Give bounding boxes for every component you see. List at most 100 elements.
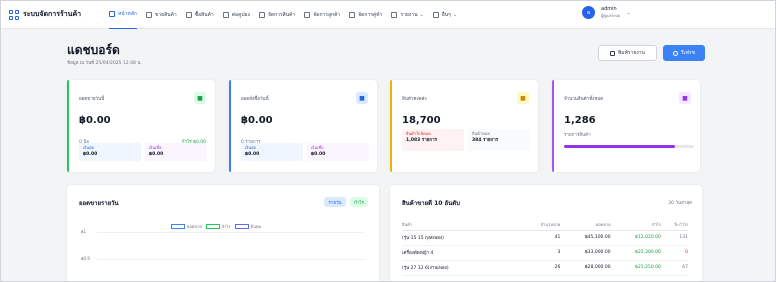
column-header: สินค้า <box>402 220 522 231</box>
profit-cell: ฿22,300.00 <box>610 245 661 261</box>
inventory-card: สินค้าคงคลัง ■ 18,700 สินค้าใกล้หมด 1,083… <box>390 80 538 172</box>
app-window: ระบบจัดการร้านค้า หน้าหลัก ขายสินค้า ซื้… <box>0 0 776 282</box>
card-label: ยอดขายวันนี้ <box>79 97 105 102</box>
top-navbar: ระบบจัดการร้านค้า หน้าหลัก ขายสินค้า ซื้… <box>1 1 775 29</box>
tag-icon: ■ <box>679 92 691 104</box>
today-sales-card: ยอดขายวันนี้ ■ ฿0.00 0 บิล กำไร ฿0.00 เง… <box>67 80 215 172</box>
product-name: (รุ่น 27 12 6(งานเพลง) <box>402 260 522 276</box>
panel-title: ยอดขายรายวัน <box>79 200 119 207</box>
legend-label[interactable]: กำไร <box>222 223 231 230</box>
column-header: % กำไร <box>660 220 688 231</box>
panel-title: สินค้าขายดี 10 อันดับ <box>402 200 460 207</box>
pill-value: ฿0.00 <box>245 152 260 157</box>
legend-label[interactable]: ต้นทุน <box>251 223 262 230</box>
column-header: จำนวนขาย <box>522 220 561 231</box>
credit-pill: เงินเชื่อ ฿0.00 <box>145 143 207 161</box>
chevron-down-icon: ⌄ <box>626 9 631 16</box>
money-icon: ■ <box>194 92 206 104</box>
y-tick: ฿1 <box>81 229 87 234</box>
nav-label: หน้าหลัก <box>118 11 137 17</box>
print-report-button[interactable]: พิมพ์รายงาน <box>598 45 657 61</box>
brand[interactable]: ระบบจัดการร้านค้า <box>9 9 109 20</box>
pill-value: ฿0.00 <box>311 152 326 157</box>
refresh-icon <box>672 50 678 56</box>
sales-cell: ฿28,000.00 <box>560 260 611 276</box>
cart-icon <box>145 11 152 18</box>
chart-legend: ยอดขาย กำไร ต้นทุน <box>167 223 261 230</box>
card-label: สินค้าคงคลัง <box>402 97 427 102</box>
nav-item-coupon[interactable]: ต่อคูปอง <box>222 1 250 29</box>
nav-label: จัดการลูกค้า <box>313 11 341 18</box>
button-label: รีเฟรช <box>680 50 695 56</box>
low-stock-pill: สินค้าใกล้หมด 1,083 รายการ <box>402 129 464 151</box>
card-value: 18,700 <box>402 115 441 126</box>
column-header: กำไร <box>610 220 661 231</box>
nav-label: จัดการสินค้า <box>267 11 296 18</box>
report-icon <box>391 11 398 18</box>
column-header: ยอดขาย <box>560 220 611 231</box>
home-icon <box>109 11 115 17</box>
nav-item-customers[interactable]: จัดการลูกค้า <box>304 1 340 29</box>
card-accent <box>552 80 554 172</box>
nav-item-purchase[interactable]: ซื้อสินค้า <box>185 1 214 29</box>
y-tick: ฿0.9 <box>81 256 90 261</box>
nav-label: ต่อคูปอง <box>231 11 250 18</box>
card-accent <box>229 80 231 172</box>
gridline <box>97 232 365 233</box>
daily-sales-panel: ยอดขายรายวัน รายวัน กำไร ยอดขาย กำไร ต้น… <box>67 185 379 281</box>
pill-value: ฿0.00 <box>83 152 98 157</box>
products-progress-bar <box>564 145 694 148</box>
period-label: 30 วันล่าสุด <box>668 201 692 206</box>
nav-item-partners[interactable]: จัดการคู่ค้า <box>349 1 382 29</box>
gridline <box>97 259 365 260</box>
nav-item-more[interactable]: อื่นๆ ⌄ <box>432 1 458 29</box>
margin-cell: 0 <box>660 245 688 261</box>
warehouse-icon: ■ <box>517 92 529 104</box>
pill-value: 1,083 รายการ <box>406 138 438 143</box>
page-title: แดชบอร์ด <box>67 43 120 57</box>
card-accent <box>390 80 392 172</box>
table-header-row: สินค้า จำนวนขาย ยอดขาย กำไร % กำไร <box>402 220 688 231</box>
users-icon <box>304 11 311 18</box>
card-label: จำนวนสินค้าทั้งหมด <box>564 97 604 102</box>
daily-toggle[interactable]: รายวัน <box>324 197 346 207</box>
store-icon <box>349 11 356 18</box>
nav-label: รายงาน <box>400 11 418 18</box>
today-purchase-card: ยอดสั่งซื้อวันนี้ ■ ฿0.00 0 รายการ เงินส… <box>229 80 377 172</box>
legend-swatch <box>171 224 185 229</box>
app-title: ระบบจัดการร้านค้า <box>23 10 82 18</box>
legend-label[interactable]: ยอดขาย <box>187 223 202 230</box>
avatar: a <box>582 6 595 19</box>
grid-icon <box>9 9 19 20</box>
chevron-down-icon: ⌄ <box>452 11 458 18</box>
qty-cell: 41 <box>522 230 561 246</box>
nav-item-reports[interactable]: รายงาน ⌄ <box>391 1 424 29</box>
sales-cell: ฿45,100.00 <box>560 230 611 246</box>
progress-fill <box>564 145 675 148</box>
refresh-button[interactable]: รีเฟรช <box>663 45 705 61</box>
coupon-icon <box>222 11 229 18</box>
box-icon <box>258 11 265 18</box>
card-accent <box>67 80 69 172</box>
card-value: ฿0.00 <box>241 115 273 126</box>
menu-icon <box>432 11 439 18</box>
profit-toggle[interactable]: กำไร <box>350 197 368 207</box>
cash-pill: เงินสด ฿0.00 <box>241 143 303 161</box>
nav-item-home[interactable]: หน้าหลัก <box>109 1 137 29</box>
printer-icon <box>610 50 615 56</box>
user-menu[interactable]: a admin ผู้ดูแลระบบ ⌄ <box>582 6 631 19</box>
bag-icon <box>185 11 192 18</box>
table-row[interactable]: เครื่องตัดหญ้า 4 3 ฿33,000.00 ฿22,300.00… <box>402 245 688 261</box>
top-products-panel: สินค้าขายดี 10 อันดับ 30 วันล่าสุด สินค้… <box>390 185 702 281</box>
nav-label: ขายสินค้า <box>154 11 177 18</box>
product-name: เครื่องตัดหญ้า 4 <box>402 245 522 261</box>
table-row[interactable]: (รุ่น 15 15 ถุงสเพลง) 41 ฿45,100.00 ฿12,… <box>402 230 688 246</box>
margin-cell: 67 <box>660 260 688 276</box>
nav-item-sell[interactable]: ขายสินค้า <box>145 1 177 29</box>
table-row[interactable]: (รุ่น 27 12 6(งานเพลง) 26 ฿28,000.00 ฿21… <box>402 260 688 276</box>
sales-cell: ฿33,000.00 <box>560 245 611 261</box>
nav-item-products[interactable]: จัดการสินค้า <box>258 1 296 29</box>
top-products-table: สินค้า จำนวนขาย ยอดขาย กำไร % กำไร (รุ่น… <box>402 220 688 276</box>
nav-label: ซื้อสินค้า <box>194 11 214 18</box>
page-subtitle: ข้อมูล ณ วันที่ 25/04/2025 12:48 น. <box>67 61 142 66</box>
